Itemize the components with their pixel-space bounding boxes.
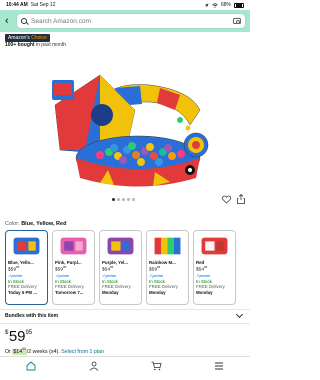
product-image[interactable] (30, 50, 220, 190)
bought-suffix: in past month (34, 42, 66, 48)
pager-dot[interactable] (112, 198, 115, 201)
status-time: 10:44 AM (6, 2, 28, 8)
plan-terms: /2 weeks (x4). (26, 348, 60, 355)
divider (0, 323, 250, 324)
delivery-day: Tomorrow 7... (55, 289, 84, 295)
price-fraction: 95 (25, 330, 33, 336)
swatch-rainbow[interactable]: Rainbow M... $5995 ✓prime In Stock FREE … (146, 230, 189, 305)
status-right: 68% (204, 2, 244, 8)
status-date: Sat Sep 12 (30, 2, 56, 8)
delivery-day: Today 5 PM ... (8, 289, 37, 295)
tab-home[interactable] (25, 360, 37, 372)
bought-count: 100+ bought (5, 42, 35, 48)
delivery-day: Monday (102, 289, 119, 295)
product-price: $5995 (5, 329, 32, 344)
swatch-pink-purple[interactable]: Pink, Purpl... $5995 ✓prime In Stock FRE… (52, 230, 95, 305)
price-currency: $ (5, 330, 9, 336)
swatch-purple-yellow[interactable]: Purple, Yel... $5495 ✓prime In Stock FRE… (99, 230, 142, 305)
bought-in-past-month: 100+ bought in past month (5, 42, 66, 48)
swatch-blue-yellow-red[interactable]: Blue, Yello... $5995 ✓prime In Stock FRE… (5, 230, 48, 305)
price-whole: 59 (8, 328, 26, 345)
amazons-choice-badge[interactable]: Amazon's Choice (5, 34, 50, 42)
pager-dot[interactable] (117, 198, 120, 201)
divider (0, 309, 250, 310)
share-icon[interactable] (237, 194, 245, 204)
color-label: Color: (5, 221, 22, 227)
color-swatches: Blue, Yello... $5995 ✓prime In Stock FRE… (5, 230, 236, 305)
tab-menu[interactable] (213, 360, 225, 372)
wifi-icon (212, 2, 218, 8)
badge-prefix: Amazon's (8, 35, 30, 41)
back-chevron-icon[interactable]: ‹ (5, 15, 13, 27)
tab-cart[interactable] (150, 360, 162, 372)
battery-percent: 68% (220, 2, 231, 8)
chevron-down-icon[interactable] (235, 310, 244, 319)
heart-icon[interactable] (222, 195, 231, 204)
swatch-thumbnail (107, 237, 134, 255)
pager-dot[interactable] (132, 198, 135, 201)
status-bar: 10:44 AM Sat Sep 12 68% (0, 0, 250, 10)
swatch-thumbnail (13, 237, 40, 255)
badge-choice: Choice (31, 35, 47, 41)
color-selection-label: Color: Blue, Yellow, Red (5, 221, 66, 227)
cart-icon (151, 361, 162, 370)
person-icon (89, 361, 99, 371)
swatch-price: $5995 (8, 265, 20, 273)
search-header: ‹ (0, 10, 250, 32)
search-input[interactable] (31, 17, 229, 25)
swatch-price: $5495 (102, 265, 114, 273)
swatch-red[interactable]: Red $5495 ✓prime In Stock FREE Delivery … (193, 230, 236, 305)
plan-amount: $1499 (12, 347, 27, 355)
swatch-price: $5495 (196, 265, 208, 273)
payment-plan: Or $1499/2 weeks (x4). Select from 1 pla… (5, 347, 104, 355)
swatch-thumbnail (201, 237, 228, 255)
bundles-link[interactable]: Bundles with this item (5, 313, 58, 319)
tab-account[interactable] (88, 360, 100, 372)
pager-dot[interactable] (127, 198, 130, 201)
image-pager[interactable] (112, 198, 135, 201)
color-value: Blue, Yellow, Red (21, 221, 67, 227)
swatch-price: $5995 (55, 265, 67, 273)
home-icon (26, 360, 36, 370)
search-bar[interactable] (17, 14, 245, 28)
swatch-thumbnail (154, 237, 181, 255)
menu-icon (214, 362, 223, 369)
battery-icon (234, 2, 244, 8)
pager-dot[interactable] (122, 198, 125, 201)
swatch-price: $5995 (149, 265, 161, 273)
swatch-thumbnail (60, 237, 87, 255)
bottom-tab-bar (0, 356, 250, 380)
select-plan-link[interactable]: Select from 1 plan (61, 349, 104, 355)
delivery-day: Monday (196, 289, 213, 295)
delivery-day: Monday (149, 289, 166, 295)
search-icon (21, 18, 27, 24)
location-icon (204, 3, 209, 7)
camera-icon[interactable] (233, 18, 241, 25)
